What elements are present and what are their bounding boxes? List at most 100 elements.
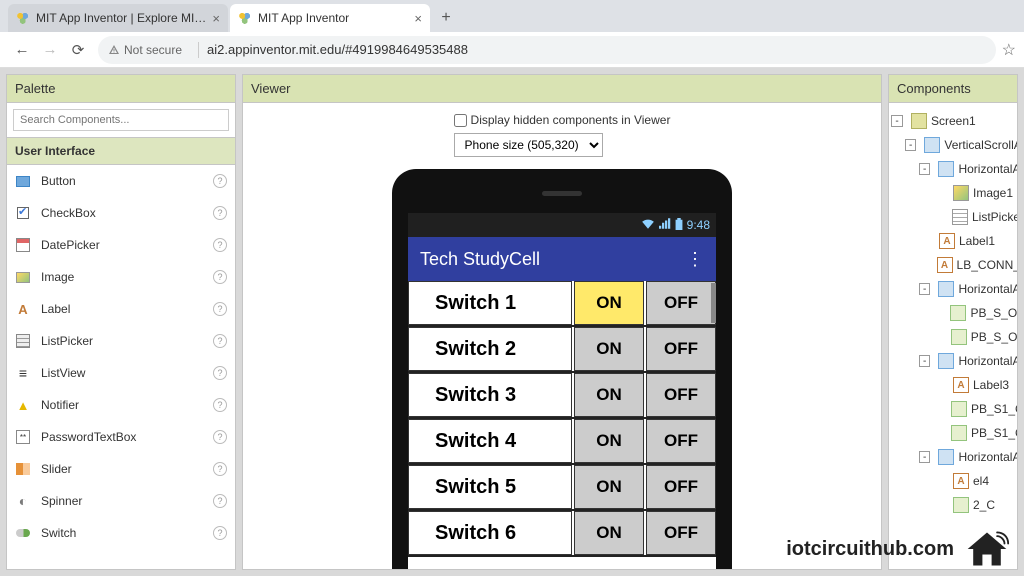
switch-on-button[interactable]: ON	[574, 511, 644, 555]
tree-node[interactable]: -VerticalScrollA	[891, 133, 1017, 157]
palette-item-image[interactable]: Image?	[7, 261, 235, 293]
switch-on-button[interactable]: ON	[574, 327, 644, 371]
tree-node[interactable]: PB_S_ON	[891, 301, 1017, 325]
label-icon: A	[15, 301, 31, 317]
help-icon[interactable]: ?	[213, 462, 227, 476]
tree-node[interactable]: -HorizontalA	[891, 157, 1017, 181]
txt-icon: A	[937, 257, 953, 273]
help-icon[interactable]: ?	[213, 398, 227, 412]
palette-item-label[interactable]: ALabel?	[7, 293, 235, 325]
tree-node[interactable]: PB_S1_C	[891, 421, 1017, 445]
forward-button[interactable]: →	[36, 36, 64, 64]
help-icon[interactable]: ?	[213, 302, 227, 316]
bookmark-icon[interactable]: ☆	[1002, 40, 1016, 60]
browser-tab[interactable]: MIT App Inventor | Explore MIT A ×	[8, 4, 228, 32]
tree-node[interactable]: Image1	[891, 181, 1017, 205]
help-icon[interactable]: ?	[213, 334, 227, 348]
switch-off-button[interactable]: OFF	[646, 281, 716, 325]
tree-node[interactable]: PB_S1_C	[891, 397, 1017, 421]
switch-row: Switch 5 ON OFF	[408, 465, 716, 511]
help-icon[interactable]: ?	[213, 526, 227, 540]
new-tab-button[interactable]: +	[432, 4, 460, 32]
phone-speaker	[542, 191, 582, 196]
txt-icon: A	[953, 377, 969, 393]
list-icon	[952, 209, 968, 225]
switch-row: Switch 2 ON OFF	[408, 327, 716, 373]
list-icon	[16, 334, 30, 348]
viewer-title: Viewer	[243, 75, 881, 103]
components-title: Components	[889, 75, 1017, 103]
tree-node[interactable]: ALabel1	[891, 229, 1017, 253]
txt-icon: A	[953, 473, 969, 489]
help-icon[interactable]: ?	[213, 270, 227, 284]
spinner-icon: ◐	[15, 493, 31, 509]
reload-button[interactable]: ⟳	[64, 36, 92, 64]
tree-node[interactable]: -Screen1	[891, 109, 1017, 133]
switch-on-button[interactable]: ON	[574, 465, 644, 509]
expand-icon[interactable]: -	[919, 163, 930, 175]
tree-node[interactable]: -HorizontalA	[891, 445, 1017, 469]
palette-item-notifier[interactable]: ▲Notifier?	[7, 389, 235, 421]
tree-node[interactable]: 2_C	[891, 493, 1017, 517]
switch-off-button[interactable]: OFF	[646, 327, 716, 371]
checkbox-icon	[17, 207, 29, 219]
phone-screen[interactable]: 9:48 Tech StudyCell ⋮ Switch 1 ON OFFSwi…	[408, 213, 716, 570]
switch-row: Switch 3 ON OFF	[408, 373, 716, 419]
switch-on-button[interactable]: ON	[574, 281, 644, 325]
help-icon[interactable]: ?	[213, 430, 227, 444]
palette-item-switch[interactable]: Switch?	[7, 517, 235, 549]
security-status: Not secure	[108, 43, 182, 57]
switch-label: Switch 3	[408, 373, 572, 417]
btn-icon	[953, 497, 969, 513]
menu-icon[interactable]: ⋮	[686, 249, 704, 270]
switch-off-button[interactable]: OFF	[646, 419, 716, 463]
switch-off-button[interactable]: OFF	[646, 465, 716, 509]
url-input[interactable]: Not secure ai2.appinventor.mit.edu/#4919…	[98, 36, 996, 64]
expand-icon[interactable]: -	[919, 283, 930, 295]
expand-icon[interactable]: -	[919, 355, 930, 367]
palette-section[interactable]: User Interface	[7, 137, 235, 165]
tree-node[interactable]: -HorizontalA	[891, 277, 1017, 301]
app-title: Tech StudyCell	[420, 249, 540, 270]
palette-item-spinner[interactable]: ◐Spinner?	[7, 485, 235, 517]
palette-item-slider[interactable]: Slider?	[7, 453, 235, 485]
switch-on-button[interactable]: ON	[574, 419, 644, 463]
component-list: Button? CheckBox? DatePicker? Image? ALa…	[7, 165, 235, 549]
search-input[interactable]	[13, 109, 229, 131]
tree-node[interactable]: ALabel3	[891, 373, 1017, 397]
help-icon[interactable]: ?	[213, 494, 227, 508]
slider-icon	[16, 463, 30, 475]
display-hidden-checkbox[interactable]	[454, 114, 467, 127]
btn-icon	[950, 305, 966, 321]
switch-off-button[interactable]: OFF	[646, 511, 716, 555]
expand-icon[interactable]: -	[905, 139, 916, 151]
tree-node[interactable]: Ael4	[891, 469, 1017, 493]
expand-icon[interactable]: -	[891, 115, 903, 127]
help-icon[interactable]: ?	[213, 238, 227, 252]
switch-on-button[interactable]: ON	[574, 373, 644, 417]
screen-icon	[911, 113, 927, 129]
palette-item-button[interactable]: Button?	[7, 165, 235, 197]
tree-node[interactable]: -HorizontalA	[891, 349, 1017, 373]
palette-item-password[interactable]: **PasswordTextBox?	[7, 421, 235, 453]
scrollbar-thumb[interactable]	[711, 283, 716, 323]
display-hidden-option[interactable]: Display hidden components in Viewer	[454, 113, 671, 127]
tree-node[interactable]: ListPicke	[891, 205, 1017, 229]
help-icon[interactable]: ?	[213, 206, 227, 220]
tree-node[interactable]: PB_S_OF	[891, 325, 1017, 349]
close-icon[interactable]: ×	[414, 11, 422, 26]
help-icon[interactable]: ?	[213, 366, 227, 380]
back-button[interactable]: ←	[8, 36, 36, 64]
palette-item-listpicker[interactable]: ListPicker?	[7, 325, 235, 357]
expand-icon[interactable]: -	[919, 451, 930, 463]
tree-node[interactable]: ALB_CONN_S	[891, 253, 1017, 277]
phone-size-select[interactable]: Phone size (505,320)	[454, 133, 603, 157]
palette-item-datepicker[interactable]: DatePicker?	[7, 229, 235, 261]
close-icon[interactable]: ×	[212, 11, 220, 26]
palette-item-checkbox[interactable]: CheckBox?	[7, 197, 235, 229]
browser-tab[interactable]: MIT App Inventor ×	[230, 4, 430, 32]
palette-item-listview[interactable]: ≡ListView?	[7, 357, 235, 389]
help-icon[interactable]: ?	[213, 174, 227, 188]
switch-off-button[interactable]: OFF	[646, 373, 716, 417]
img-icon	[953, 185, 969, 201]
